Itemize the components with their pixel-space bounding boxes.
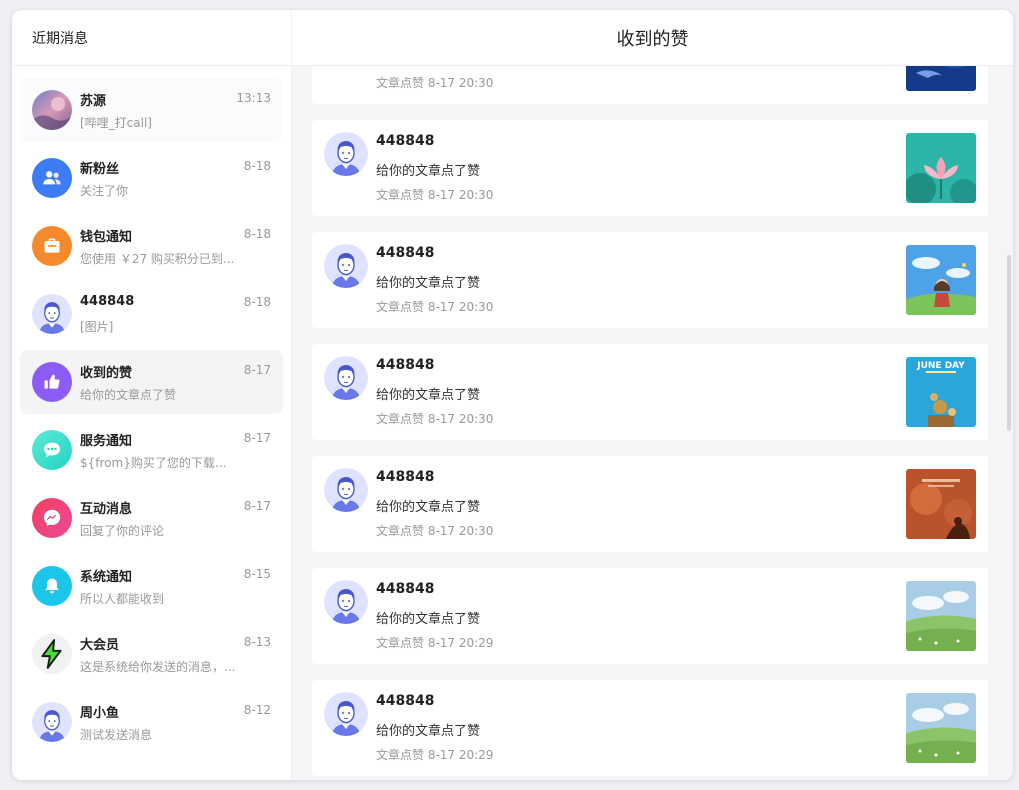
conversation-preview: 这是系统给你发送的消息，...	[80, 660, 236, 674]
lightning-icon	[32, 634, 72, 674]
conversation-time: 8-18	[243, 227, 271, 241]
conversation-preview: [哔哩_打call]	[80, 116, 152, 130]
green-meadow-thumbnail[interactable]	[906, 693, 976, 763]
like-action-text: 给你的文章点了赞	[376, 724, 481, 739]
conversation-item-likes[interactable]: 收到的赞 8-17 给你的文章点了赞	[20, 350, 283, 414]
like-card[interactable]: 448848 给你的文章点了赞 文章点赞 8-17 20:30 JUNE DAY	[312, 344, 988, 440]
like-username[interactable]: 448848	[376, 357, 434, 373]
like-meta: 文章点赞 8-17 20:30	[376, 300, 494, 314]
wallet-icon	[32, 226, 72, 266]
like-username[interactable]: 448848	[376, 245, 434, 261]
conversation-item-vip[interactable]: 大会员 8-13 这是系统给你发送的消息，...	[20, 622, 283, 686]
conversation-name: 新粉丝	[80, 162, 120, 177]
conversation-name: 服务通知	[80, 434, 133, 449]
anime-girl-sky-thumbnail[interactable]	[906, 245, 976, 315]
conversation-item-wallet[interactable]: 钱包通知 8-18 您使用 ￥27 购买积分已到...	[20, 214, 283, 278]
messenger-icon	[32, 498, 72, 538]
like-action-text: 给你的文章点了赞	[376, 388, 481, 403]
conversation-time: 8-15	[243, 567, 271, 581]
conversation-preview: 您使用 ￥27 购买积分已到...	[80, 252, 235, 266]
conversation-item-service[interactable]: 服务通知 8-17 ${from}购买了您的下载资...	[20, 418, 283, 482]
conversation-item-system[interactable]: 系统通知 8-15 所以人都能收到	[20, 554, 283, 618]
user-avatar	[32, 702, 72, 742]
conversation-name: 苏源	[80, 94, 107, 109]
conversation-time: 8-13	[243, 635, 271, 649]
feed-scrollbar[interactable]	[1007, 255, 1011, 431]
conversation-preview: 回复了你的评论	[80, 524, 165, 538]
conversation-time: 8-18	[243, 159, 271, 173]
conversation-list: 苏源 13:13 [哔哩_打call] 新粉丝 8-18 关注了你 钱包通知 8…	[12, 66, 291, 754]
lotus-thumbnail[interactable]	[906, 133, 976, 203]
like-card[interactable]: 448848 给你的文章点了赞 文章点赞 8-17 20:30	[312, 232, 988, 328]
like-action-text: 给你的文章点了赞	[376, 164, 481, 179]
conversation-name: 收到的赞	[80, 366, 133, 381]
like-meta: 文章点赞 8-17 20:29	[376, 748, 494, 762]
like-action-text: 给你的文章点了赞	[376, 276, 481, 291]
conversation-item-zhouxiaoyu[interactable]: 周小鱼 8-12 测试发送消息	[20, 690, 283, 754]
conversation-item-448848[interactable]: 448848 8-18 [图片]	[20, 282, 283, 346]
likes-feed[interactable]: 文章点赞 8-17 20:30 448848 给你的文章点了赞 文章点赞 8-1…	[312, 66, 988, 780]
like-card[interactable]: 448848 给你的文章点了赞 文章点赞 8-17 20:29	[312, 680, 988, 776]
user-photo-avatar	[32, 90, 72, 130]
conversation-item-new-fans[interactable]: 新粉丝 8-18 关注了你	[20, 146, 283, 210]
conversation-preview: 给你的文章点了赞	[80, 388, 177, 402]
conversation-time: 8-12	[243, 703, 271, 717]
user-avatar[interactable]	[324, 580, 368, 624]
conversation-item-suyuan[interactable]: 苏源 13:13 [哔哩_打call]	[20, 78, 283, 142]
green-meadow-thumbnail[interactable]	[906, 581, 976, 651]
conversation-time: 8-17	[243, 499, 271, 513]
conversation-time: 8-17	[243, 363, 271, 377]
conversation-name: 系统通知	[80, 570, 133, 585]
like-username[interactable]: 448848	[376, 693, 434, 709]
like-meta: 文章点赞 8-17 20:29	[376, 636, 494, 650]
conversation-time: 8-18	[243, 295, 271, 309]
like-meta: 文章点赞 8-17 20:30	[376, 188, 494, 202]
bell-icon	[32, 566, 72, 606]
conversation-preview: [图片]	[80, 320, 114, 334]
likes-panel: 收到的赞 文章点赞 8-17 20:30 448848 给你的文章点了赞 文章点…	[292, 10, 1013, 780]
user-avatar	[32, 294, 72, 334]
like-meta: 文章点赞 8-17 20:30	[376, 524, 494, 538]
conversation-preview: ${from}购买了您的下载资...	[80, 456, 238, 470]
user-avatar[interactable]	[324, 692, 368, 736]
thumbs-up-icon	[32, 362, 72, 402]
conversation-name: 448848	[80, 294, 135, 309]
page-title: 收到的赞	[292, 10, 1013, 66]
like-action-text: 给你的文章点了赞	[376, 612, 481, 627]
conversation-preview: 测试发送消息	[80, 728, 153, 742]
conversation-name: 钱包通知	[80, 230, 133, 245]
conversation-name: 大会员	[80, 638, 120, 653]
conversation-time: 8-17	[243, 431, 271, 445]
conversation-sidebar: 近期消息 苏源 13:13 [哔哩_打call] 新粉丝 8-18 关注了你 钱…	[12, 10, 292, 780]
blue-ocean-thumbnail[interactable]	[906, 66, 976, 91]
user-avatar[interactable]	[324, 356, 368, 400]
like-meta: 文章点赞 8-17 20:30	[376, 76, 494, 90]
like-card-partial[interactable]: 文章点赞 8-17 20:30	[312, 66, 988, 104]
june-day-text: JUNE DAY	[916, 361, 965, 371]
user-avatar[interactable]	[324, 468, 368, 512]
like-action-text: 给你的文章点了赞	[376, 500, 481, 515]
sidebar-title: 近期消息	[12, 10, 291, 66]
user-avatar[interactable]	[324, 244, 368, 288]
like-card[interactable]: 448848 给你的文章点了赞 文章点赞 8-17 20:29	[312, 568, 988, 664]
people-icon	[32, 158, 72, 198]
june-day-poster-thumbnail[interactable]: JUNE DAY	[906, 357, 976, 427]
conversation-name: 周小鱼	[80, 706, 120, 721]
conversation-name: 互动消息	[80, 502, 133, 517]
like-card[interactable]: 448848 给你的文章点了赞 文章点赞 8-17 20:30	[312, 120, 988, 216]
like-username[interactable]: 448848	[376, 469, 434, 485]
app-window: 近期消息 苏源 13:13 [哔哩_打call] 新粉丝 8-18 关注了你 钱…	[12, 10, 1013, 780]
orange-sunset-thumbnail[interactable]	[906, 469, 976, 539]
conversation-preview: 所以人都能收到	[80, 592, 165, 606]
conversation-time: 13:13	[236, 91, 271, 105]
user-avatar[interactable]	[324, 132, 368, 176]
chat-bubble-icon	[32, 430, 72, 470]
conversation-item-interaction[interactable]: 互动消息 8-17 回复了你的评论	[20, 486, 283, 550]
like-username[interactable]: 448848	[376, 581, 434, 597]
like-username[interactable]: 448848	[376, 133, 434, 149]
conversation-preview: 关注了你	[80, 184, 129, 198]
like-card[interactable]: 448848 给你的文章点了赞 文章点赞 8-17 20:30	[312, 456, 988, 552]
like-meta: 文章点赞 8-17 20:30	[376, 412, 494, 426]
